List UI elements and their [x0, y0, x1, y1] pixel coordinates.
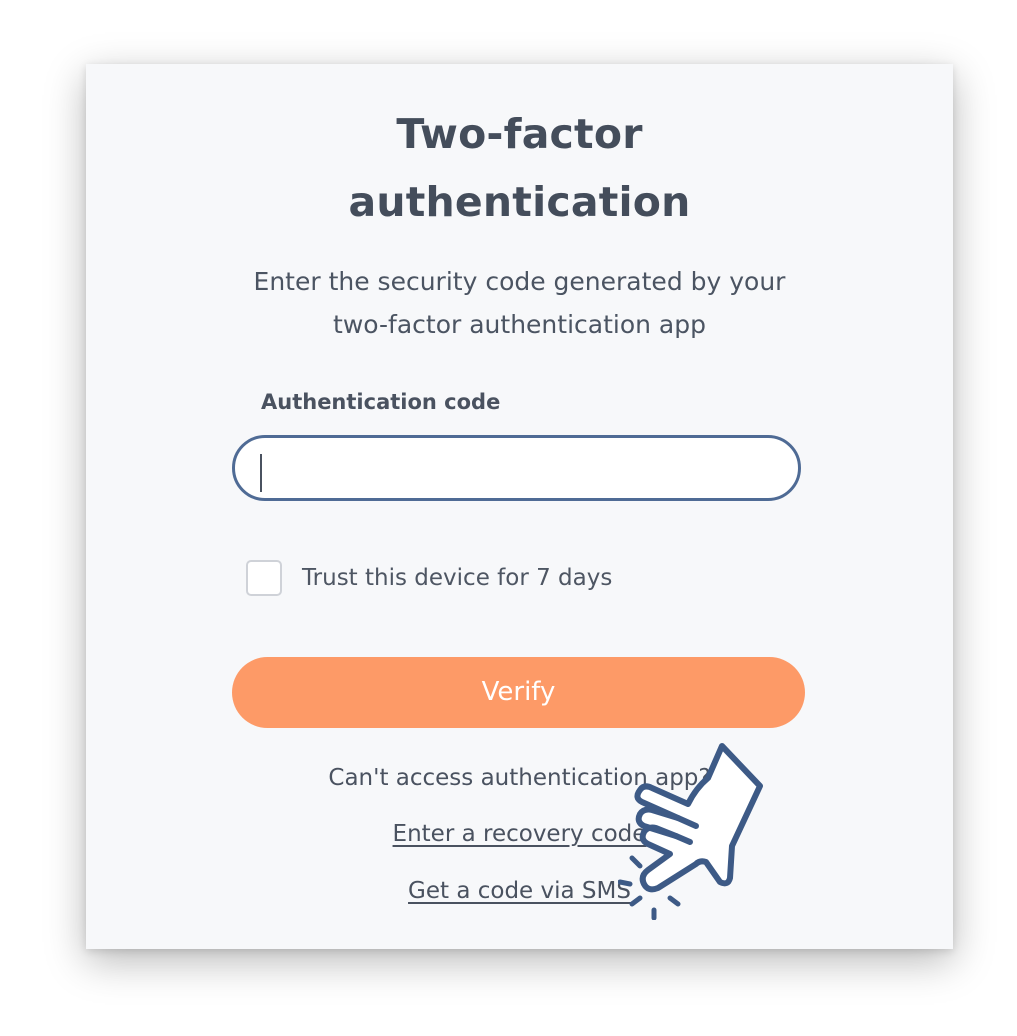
two-factor-dialog: Two-factor authentication Enter the secu… — [86, 64, 953, 949]
trust-device-label[interactable]: Trust this device for 7 days — [302, 565, 612, 591]
sms-code-link[interactable]: Get a code via SMS — [86, 878, 953, 904]
dialog-title: Two-factor authentication — [86, 100, 953, 236]
trust-device-checkbox[interactable] — [246, 560, 282, 596]
subtitle-line-2: two-factor authentication app — [333, 310, 706, 339]
subtitle-line-1: Enter the security code generated by you… — [253, 267, 786, 296]
trust-device-row[interactable]: Trust this device for 7 days — [246, 557, 612, 599]
verify-button[interactable]: Verify — [232, 657, 805, 728]
cant-access-text: Can't access authentication app? — [328, 765, 711, 791]
pointing-hand-cursor-icon — [618, 743, 763, 920]
recovery-code-link[interactable]: Enter a recovery code — [86, 821, 953, 847]
title-line-2: authentication — [348, 178, 691, 226]
text-caret — [260, 454, 262, 492]
dialog-subtitle: Enter the security code generated by you… — [216, 260, 823, 346]
authentication-code-input[interactable] — [232, 435, 801, 501]
title-line-1: Two-factor — [396, 110, 643, 158]
page: Two-factor authentication Enter the secu… — [0, 0, 1017, 1036]
authentication-code-label: Authentication code — [261, 390, 501, 414]
